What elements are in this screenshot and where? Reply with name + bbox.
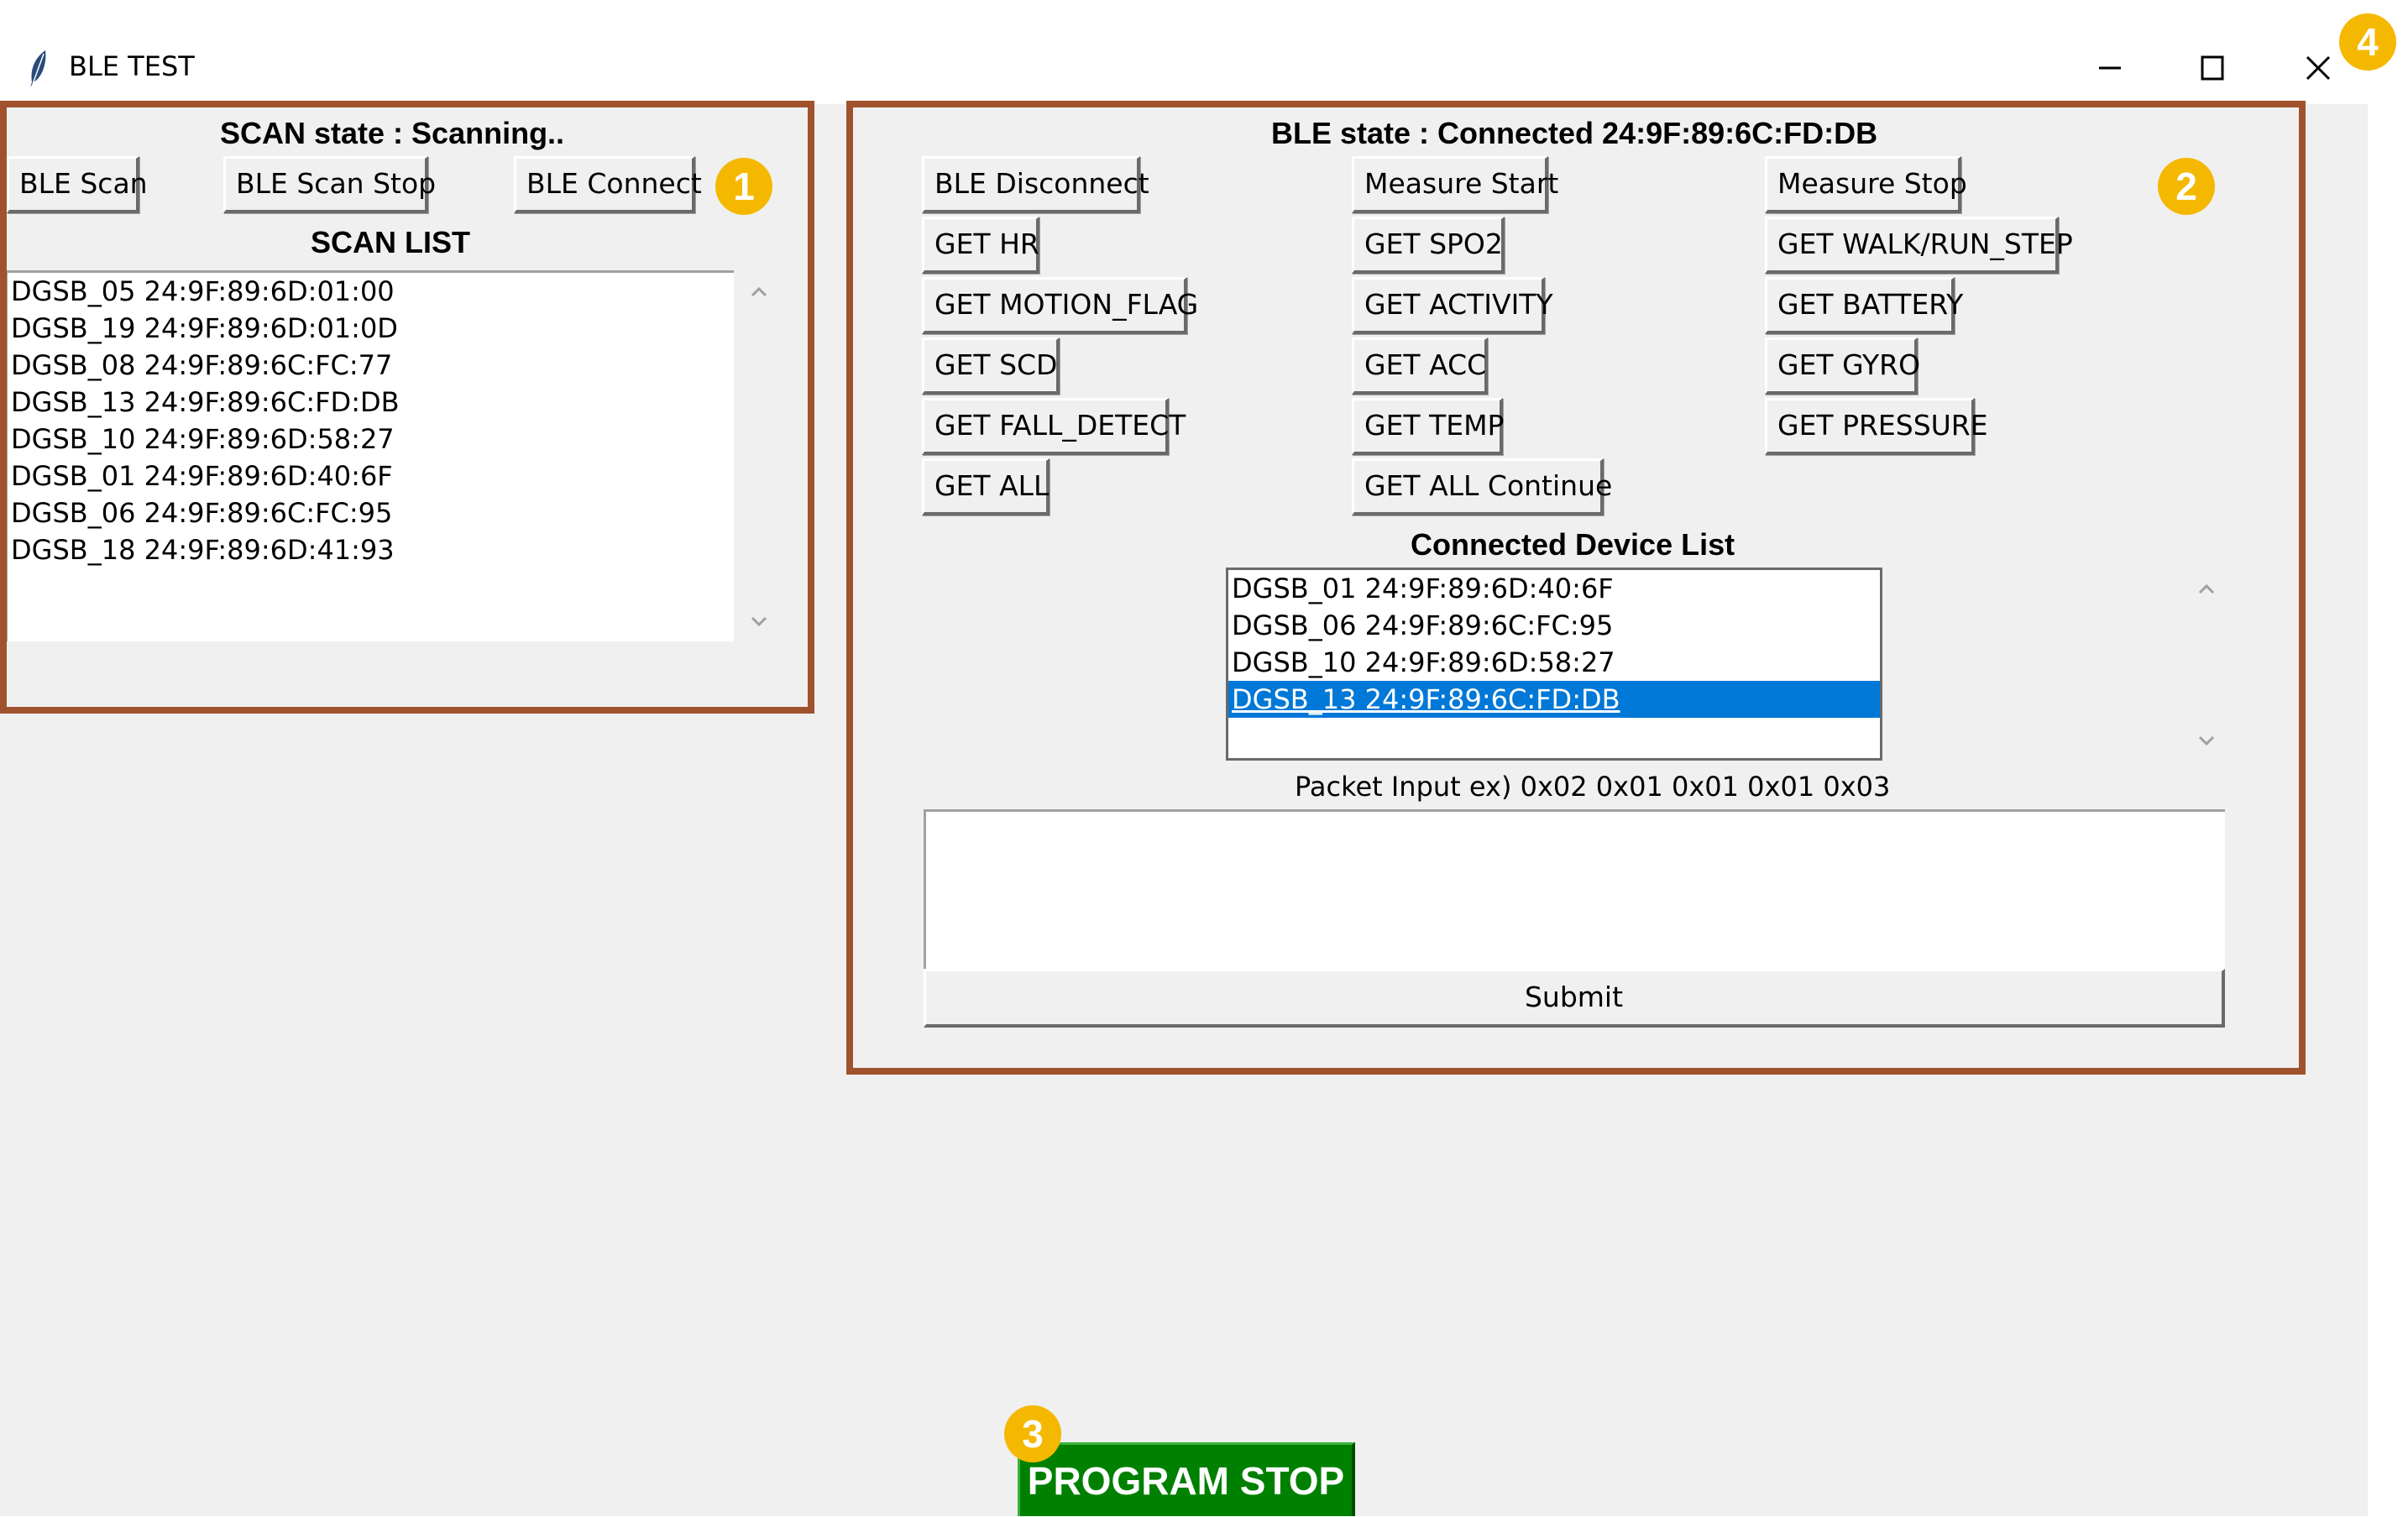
title-bar: BLE TEST <box>0 0 2408 104</box>
annotation-badge-3: 3 <box>1004 1405 1061 1462</box>
ble-panel-highlight <box>846 101 2306 1075</box>
window-title: BLE TEST <box>69 50 195 82</box>
annotation-badge-4: 4 <box>2339 13 2396 71</box>
feather-icon <box>30 50 46 87</box>
minimize-icon[interactable] <box>2089 47 2131 89</box>
scan-panel-highlight <box>0 101 814 714</box>
maximize-icon[interactable] <box>2191 47 2233 89</box>
program-stop-button[interactable]: PROGRAM STOP <box>1018 1442 1355 1516</box>
close-icon[interactable] <box>2297 47 2339 89</box>
annotation-badge-1: 1 <box>715 158 772 215</box>
annotation-badge-2: 2 <box>2158 158 2215 215</box>
